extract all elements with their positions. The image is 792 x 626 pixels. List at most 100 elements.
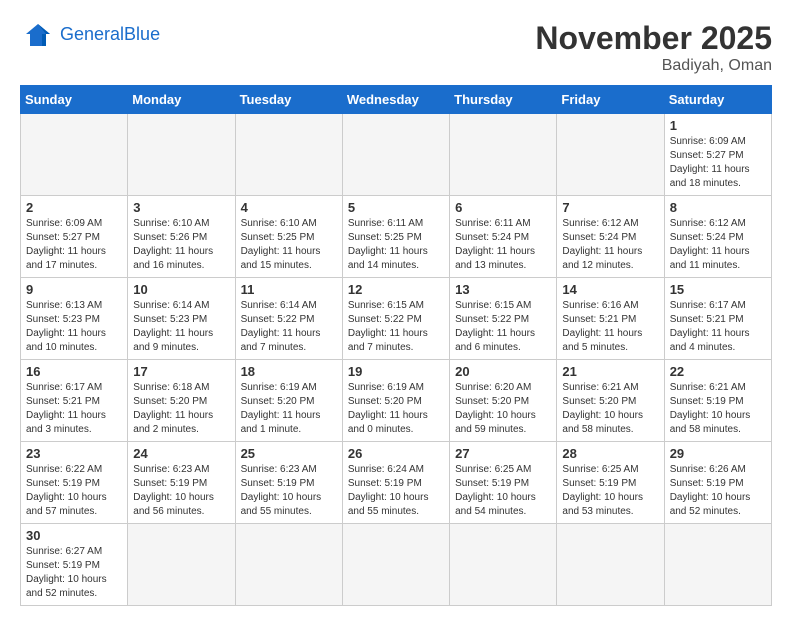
location-subtitle: Badiyah, Oman: [535, 57, 772, 75]
calendar-day-cell: 22Sunrise: 6:21 AMSunset: 5:19 PMDayligh…: [664, 360, 771, 442]
day-sun-info: Sunrise: 6:27 AMSunset: 5:19 PMDaylight:…: [26, 545, 122, 601]
calendar-day-cell: 4 Sunrise: 6:10 AMSunset: 5:25 PMDaylight…: [235, 196, 342, 278]
day-number: 22: [670, 364, 766, 379]
day-sun-info: Sunrise: 6:13 AMSunset: 5:23 PMDaylight:…: [26, 299, 122, 355]
day-sun-info: Sunrise: 6:25 AMSunset: 5:19 PMDaylight:…: [562, 463, 658, 519]
weekday-header-wednesday: Wednesday: [342, 86, 449, 114]
day-number: 4: [241, 200, 337, 215]
calendar-day-cell: 14 Sunrise: 6:16 AMSunset: 5:21 PMDayligh…: [557, 278, 664, 360]
day-sun-info: Sunrise: 6:15 AMSunset: 5:22 PMDaylight:…: [348, 299, 444, 355]
calendar-day-cell: 11Sunrise: 6:14 AMSunset: 5:22 PMDayligh…: [235, 278, 342, 360]
calendar-day-cell: 3Sunrise: 6:10 AMSunset: 5:26 PMDaylight…: [128, 196, 235, 278]
day-number: 28: [562, 446, 658, 461]
calendar-day-cell: 1 Sunrise: 6:09 AMSunset: 5:27 PMDaylight…: [664, 114, 771, 196]
calendar-day-cell: 23 Sunrise: 6:22 AMSunset: 5:19 PMDayligh…: [21, 442, 128, 524]
calendar-day-cell: [342, 524, 449, 606]
day-number: 13: [455, 282, 551, 297]
day-sun-info: Sunrise: 6:24 AMSunset: 5:19 PMDaylight:…: [348, 463, 444, 519]
day-number: 23: [26, 446, 122, 461]
logo-text: GeneralBlue: [60, 25, 160, 45]
day-number: 20: [455, 364, 551, 379]
day-sun-info: Sunrise: 6:14 AMSunset: 5:23 PMDaylight:…: [133, 299, 229, 355]
calendar-day-cell: 8Sunrise: 6:12 AMSunset: 5:24 PMDaylight…: [664, 196, 771, 278]
day-number: 26: [348, 446, 444, 461]
day-sun-info: Sunrise: 6:26 AMSunset: 5:19 PMDaylight:…: [670, 463, 766, 519]
day-number: 7: [562, 200, 658, 215]
calendar-day-cell: 7 Sunrise: 6:12 AMSunset: 5:24 PMDaylight…: [557, 196, 664, 278]
calendar-day-cell: [128, 524, 235, 606]
calendar-week-row: 16 Sunrise: 6:17 AMSunset: 5:21 PMDayligh…: [21, 360, 772, 442]
calendar-day-cell: 2 Sunrise: 6:09 AMSunset: 5:27 PMDaylight…: [21, 196, 128, 278]
day-sun-info: Sunrise: 6:09 AMSunset: 5:27 PMDaylight:…: [670, 135, 766, 191]
calendar-day-cell: 9Sunrise: 6:13 AMSunset: 5:23 PMDaylight…: [21, 278, 128, 360]
weekday-header-saturday: Saturday: [664, 86, 771, 114]
day-sun-info: Sunrise: 6:11 AMSunset: 5:25 PMDaylight:…: [348, 217, 444, 273]
calendar-day-cell: [557, 524, 664, 606]
day-sun-info: Sunrise: 6:15 AMSunset: 5:22 PMDaylight:…: [455, 299, 551, 355]
calendar-day-cell: 18 Sunrise: 6:19 AMSunset: 5:20 PMDayligh…: [235, 360, 342, 442]
day-number: 17: [133, 364, 229, 379]
calendar-day-cell: [450, 524, 557, 606]
day-sun-info: Sunrise: 6:14 AMSunset: 5:22 PMDaylight:…: [241, 299, 337, 355]
day-number: 29: [670, 446, 766, 461]
calendar-week-row: 1 Sunrise: 6:09 AMSunset: 5:27 PMDaylight…: [21, 114, 772, 196]
weekday-header-monday: Monday: [128, 86, 235, 114]
day-sun-info: Sunrise: 6:10 AMSunset: 5:25 PMDaylight:…: [241, 217, 337, 273]
weekday-header-tuesday: Tuesday: [235, 86, 342, 114]
calendar-day-cell: [128, 114, 235, 196]
calendar-table: SundayMondayTuesdayWednesdayThursdayFrid…: [20, 85, 772, 606]
day-sun-info: Sunrise: 6:19 AMSunset: 5:20 PMDaylight:…: [241, 381, 337, 437]
day-number: 18: [241, 364, 337, 379]
weekday-header-thursday: Thursday: [450, 86, 557, 114]
day-sun-info: Sunrise: 6:17 AMSunset: 5:21 PMDaylight:…: [26, 381, 122, 437]
day-sun-info: Sunrise: 6:12 AMSunset: 5:24 PMDaylight:…: [670, 217, 766, 273]
calendar-day-cell: [235, 524, 342, 606]
day-number: 25: [241, 446, 337, 461]
calendar-week-row: 30 Sunrise: 6:27 AMSunset: 5:19 PMDayligh…: [21, 524, 772, 606]
day-sun-info: Sunrise: 6:23 AMSunset: 5:19 PMDaylight:…: [241, 463, 337, 519]
day-sun-info: Sunrise: 6:21 AMSunset: 5:20 PMDaylight:…: [562, 381, 658, 437]
day-number: 1: [670, 118, 766, 133]
day-number: 6: [455, 200, 551, 215]
calendar-day-cell: [21, 114, 128, 196]
day-sun-info: Sunrise: 6:25 AMSunset: 5:19 PMDaylight:…: [455, 463, 551, 519]
day-number: 10: [133, 282, 229, 297]
day-number: 2: [26, 200, 122, 215]
weekday-header-friday: Friday: [557, 86, 664, 114]
calendar-day-cell: 17Sunrise: 6:18 AMSunset: 5:20 PMDayligh…: [128, 360, 235, 442]
calendar-day-cell: 10 Sunrise: 6:14 AMSunset: 5:23 PMDayligh…: [128, 278, 235, 360]
day-number: 27: [455, 446, 551, 461]
day-sun-info: Sunrise: 6:22 AMSunset: 5:19 PMDaylight:…: [26, 463, 122, 519]
calendar-day-cell: 16 Sunrise: 6:17 AMSunset: 5:21 PMDayligh…: [21, 360, 128, 442]
calendar-day-cell: 29 Sunrise: 6:26 AMSunset: 5:19 PMDayligh…: [664, 442, 771, 524]
calendar-day-cell: 21 Sunrise: 6:21 AMSunset: 5:20 PMDayligh…: [557, 360, 664, 442]
day-sun-info: Sunrise: 6:19 AMSunset: 5:20 PMDaylight:…: [348, 381, 444, 437]
day-sun-info: Sunrise: 6:12 AMSunset: 5:24 PMDaylight:…: [562, 217, 658, 273]
day-sun-info: Sunrise: 6:20 AMSunset: 5:20 PMDaylight:…: [455, 381, 551, 437]
day-sun-info: Sunrise: 6:09 AMSunset: 5:27 PMDaylight:…: [26, 217, 122, 273]
calendar-day-cell: [235, 114, 342, 196]
day-number: 24: [133, 446, 229, 461]
calendar-day-cell: 26 Sunrise: 6:24 AMSunset: 5:19 PMDayligh…: [342, 442, 449, 524]
calendar-day-cell: 15Sunrise: 6:17 AMSunset: 5:21 PMDayligh…: [664, 278, 771, 360]
calendar-day-cell: 24 Sunrise: 6:23 AMSunset: 5:19 PMDayligh…: [128, 442, 235, 524]
day-sun-info: Sunrise: 6:11 AMSunset: 5:24 PMDaylight:…: [455, 217, 551, 273]
calendar-day-cell: [557, 114, 664, 196]
day-number: 21: [562, 364, 658, 379]
day-sun-info: Sunrise: 6:16 AMSunset: 5:21 PMDaylight:…: [562, 299, 658, 355]
day-sun-info: Sunrise: 6:23 AMSunset: 5:19 PMDaylight:…: [133, 463, 229, 519]
day-number: 3: [133, 200, 229, 215]
day-number: 14: [562, 282, 658, 297]
day-number: 12: [348, 282, 444, 297]
day-sun-info: Sunrise: 6:17 AMSunset: 5:21 PMDaylight:…: [670, 299, 766, 355]
calendar-day-cell: 19 Sunrise: 6:19 AMSunset: 5:20 PMDayligh…: [342, 360, 449, 442]
calendar-week-row: 9Sunrise: 6:13 AMSunset: 5:23 PMDaylight…: [21, 278, 772, 360]
calendar-day-cell: 12 Sunrise: 6:15 AMSunset: 5:22 PMDayligh…: [342, 278, 449, 360]
day-number: 16: [26, 364, 122, 379]
day-number: 30: [26, 528, 122, 543]
title-block: November 2025 Badiyah, Oman: [535, 20, 772, 75]
calendar-day-cell: 28 Sunrise: 6:25 AMSunset: 5:19 PMDayligh…: [557, 442, 664, 524]
calendar-day-cell: 13 Sunrise: 6:15 AMSunset: 5:22 PMDayligh…: [450, 278, 557, 360]
calendar-day-cell: 25 Sunrise: 6:23 AMSunset: 5:19 PMDayligh…: [235, 442, 342, 524]
day-number: 19: [348, 364, 444, 379]
